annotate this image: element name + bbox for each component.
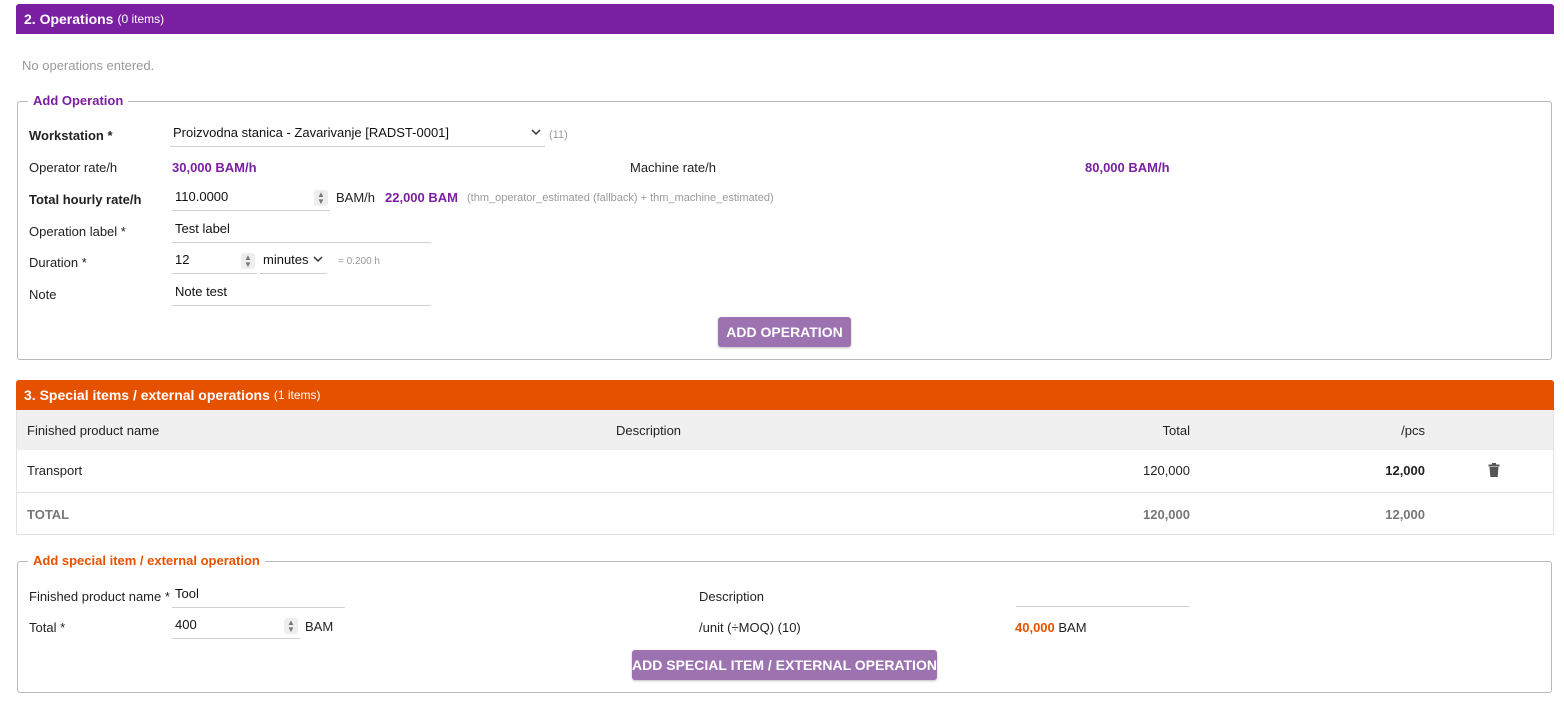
trash-icon[interactable] [1488,463,1500,477]
per-unit-label: /unit (÷MOQ) (10) [699,620,801,635]
special-total-input[interactable]: 400 ▲ ▼ [172,615,300,639]
stepper-icon[interactable]: ▲ ▼ [284,618,298,634]
special-name-label: Finished product name * [29,589,170,604]
special-description-input[interactable] [1016,583,1189,607]
total-rate-label: Total hourly rate/h [29,192,142,207]
total-rate-value: 110.0000 [175,189,229,204]
row-total: 120,000 [1143,463,1190,478]
col-per-pcs: /pcs [1401,423,1425,438]
per-unit-value: 40,000 [1015,620,1055,635]
add-special-legend: Add special item / external operation [28,553,265,568]
table-right-border [1553,410,1554,535]
workstation-count: (11) [549,129,568,141]
special-name-input[interactable]: Tool [172,584,345,608]
workstation-select[interactable]: Proizvodna stanica - Zavarivanje [RADST-… [170,123,545,147]
stepper-icon[interactable]: ▲ ▼ [241,253,255,269]
special-total-value: 400 [175,617,197,632]
col-description: Description [616,423,682,438]
formula-hint: (thm_operator_estimated (fallback) + thm… [467,192,774,204]
operations-title: 2. Operations [24,11,114,27]
special-count: (1 items) [273,388,321,402]
special-name-value: Tool [175,586,199,601]
operations-count: (0 items) [117,12,165,26]
special-title: 3. Special items / external operations [24,387,270,403]
note-label: Note [29,287,57,302]
duration-input[interactable]: 12 ▲ ▼ [172,250,257,274]
row-name: Transport [27,463,83,478]
chevron-down-icon [531,129,541,136]
operation-label-value: Test label [175,221,230,236]
note-input[interactable]: Note test [172,282,431,306]
machine-rate-value: 80,000 BAM/h [1085,160,1170,175]
special-total-label: Total * [29,620,66,635]
operations-header: 2. Operations (0 items) [16,4,1554,34]
operator-rate-value: 30,000 BAM/h [172,160,257,175]
operation-label-input[interactable]: Test label [172,219,431,243]
col-finished-product-name: Finished product name [27,423,160,438]
per-unit-result: 40,000 BAM [1015,620,1087,635]
operator-rate-label: Operator rate/h [29,160,118,175]
total-row-per-pcs: 12,000 [1385,507,1425,522]
add-special-item-button[interactable]: ADD SPECIAL ITEM / EXTERNAL OPERATION [632,650,937,680]
total-row-label: TOTAL [27,507,70,522]
table-left-border [16,410,17,535]
special-total-unit: BAM [305,619,334,634]
duration-value: 12 [175,252,190,267]
chevron-down-icon [313,256,323,263]
operations-empty-text: No operations entered. [22,58,155,73]
table-bottom-border [16,534,1554,535]
duration-label: Duration * [29,255,87,270]
total-rate-input[interactable]: 110.0000 ▲ ▼ [172,187,330,211]
duration-hours: = 0.200 h [338,256,380,267]
workstation-value: Proizvodna stanica - Zavarivanje [RADST-… [173,125,450,140]
special-table-header [16,410,1554,450]
total-row-total: 120,000 [1143,507,1190,522]
operation-label-label: Operation label * [29,224,126,239]
note-value: Note test [175,284,228,299]
add-operation-button[interactable]: ADD OPERATION [718,317,851,347]
special-description-label: Description [699,589,765,604]
row-divider [16,492,1554,493]
stepper-icon[interactable]: ▲ ▼ [314,190,328,206]
add-operation-legend: Add Operation [28,93,129,108]
row-per-pcs: 12,000 [1385,463,1425,478]
special-header: 3. Special items / external operations (… [16,380,1554,410]
per-unit-currency: BAM [1058,620,1087,635]
workstation-label: Workstation * [29,128,113,143]
total-amount: 22,000 BAM [385,190,458,205]
total-rate-unit: BAM/h [336,190,376,205]
duration-unit-select[interactable]: minutes [260,250,327,274]
col-total: Total [1162,423,1190,438]
duration-unit-value: minutes [263,252,309,267]
machine-rate-label: Machine rate/h [630,160,716,175]
